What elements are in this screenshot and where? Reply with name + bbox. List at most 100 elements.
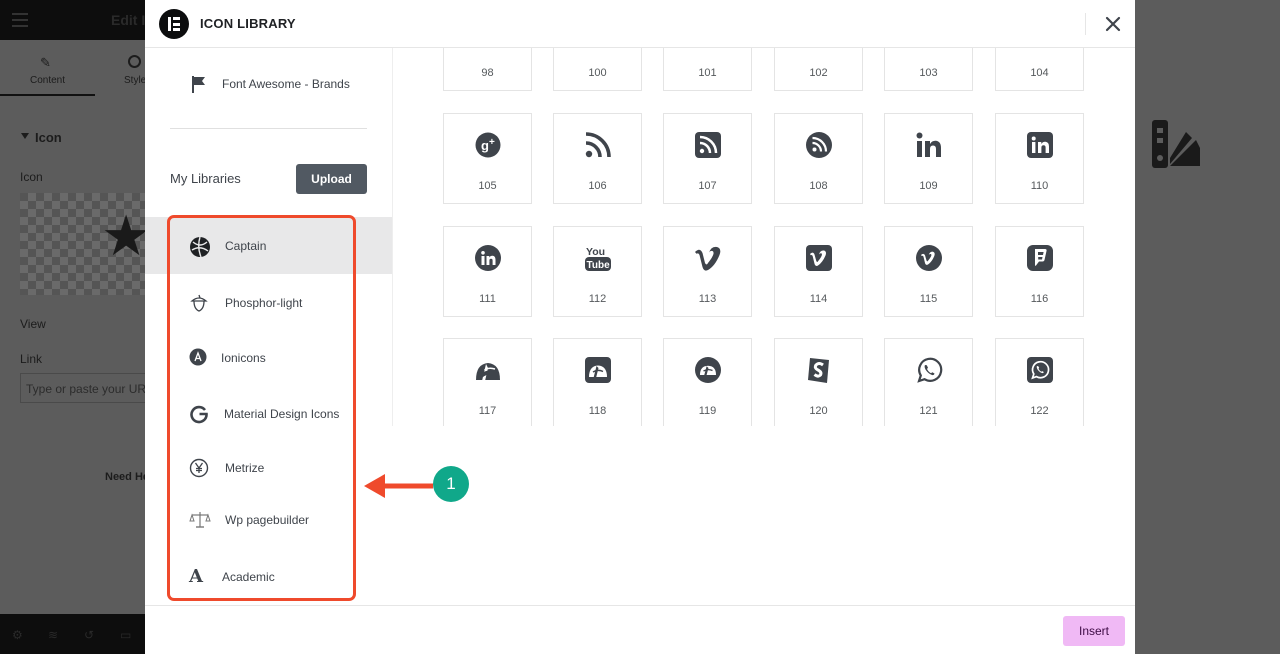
my-libraries-label: My Libraries	[170, 171, 241, 186]
history-icon[interactable]: ↺	[84, 628, 94, 642]
responsive-icon[interactable]: ▭	[120, 628, 131, 642]
swatches-icon	[1150, 118, 1202, 170]
icon-number: 98	[481, 67, 494, 79]
deviantart-icon	[475, 363, 500, 381]
icon-tile[interactable]: 120	[774, 338, 863, 426]
icon-tile[interactable]: g + 105	[443, 113, 532, 204]
icon-number: 117	[478, 405, 497, 417]
close-icon	[1105, 16, 1121, 32]
collapse-triangle-icon	[21, 133, 29, 139]
view-label: View	[20, 317, 46, 331]
icon-tile[interactable]: 108	[774, 113, 863, 204]
tab-style[interactable]: Style	[124, 75, 146, 86]
link-input[interactable]: Type or paste your UR	[20, 373, 147, 403]
icon-tile[interactable]: 110	[995, 113, 1084, 204]
icon-number: 116	[1030, 293, 1049, 305]
icon-number: 101	[698, 67, 717, 79]
icon-number: 118	[588, 405, 607, 417]
linkedin-icon	[916, 132, 941, 157]
editor-title: Edit I	[111, 12, 146, 28]
icon-number: 103	[919, 67, 938, 79]
rss-square-icon	[694, 132, 721, 158]
deviantart-circle-icon	[694, 357, 721, 383]
section-title: Icon	[35, 130, 62, 145]
icon-tile[interactable]: 107	[663, 113, 752, 204]
icon-tile[interactable]: You Tube 112	[553, 226, 642, 317]
icon-number: 120	[809, 405, 828, 417]
icon-number: 107	[698, 180, 717, 192]
close-button[interactable]	[1100, 11, 1126, 37]
arrow-left-icon	[364, 474, 433, 498]
icon-tile[interactable]: 117	[443, 338, 532, 426]
icon-tile[interactable]: 116	[995, 226, 1084, 317]
icon-number: 104	[1030, 67, 1049, 79]
svg-text:+: +	[489, 137, 495, 148]
svg-text:g: g	[481, 138, 489, 153]
flag-icon	[189, 74, 209, 94]
icon-tile[interactable]: 98	[443, 48, 532, 91]
icon-number: 102	[809, 67, 828, 79]
vimeo-square-icon	[805, 245, 832, 271]
linkedin-square-icon	[1026, 132, 1053, 158]
header-separator	[1085, 13, 1086, 35]
link-label: Link	[20, 352, 43, 366]
icon-tile[interactable]: 119	[663, 338, 752, 426]
elementor-logo-icon	[159, 9, 189, 39]
icon-tile[interactable]: 118	[553, 338, 642, 426]
vimeo-icon	[694, 246, 720, 271]
library-item-label: Font Awesome - Brands	[222, 77, 350, 91]
step-badge: 1	[433, 466, 469, 502]
icon-tile[interactable]: 111	[443, 226, 532, 317]
icon-number: 100	[588, 67, 607, 79]
icon-tile[interactable]: 101	[663, 48, 752, 91]
whatsapp-square-icon	[1026, 357, 1053, 383]
icon-number: 105	[478, 180, 497, 192]
icon-tile[interactable]: 121	[884, 338, 973, 426]
layers-icon[interactable]: ≋	[48, 628, 58, 642]
tab-content[interactable]: Content	[30, 75, 65, 86]
icon-tile[interactable]: 104	[995, 48, 1084, 91]
icon-tile[interactable]: 109	[884, 113, 973, 204]
icon-number: 114	[809, 293, 828, 305]
svg-text:Tube: Tube	[586, 260, 610, 271]
icon-tile[interactable]: 100	[553, 48, 642, 91]
settings-icon[interactable]: ⚙	[12, 628, 23, 642]
google-plus-icon: g +	[475, 132, 500, 158]
modal-footer	[145, 605, 1135, 654]
insert-button[interactable]: Insert	[1063, 616, 1125, 646]
editor-bottombar: ⚙ ≋ ↺ ▭	[0, 614, 145, 654]
library-item-font-awesome-brands[interactable]: Font Awesome - Brands	[145, 56, 392, 112]
sidebar-divider	[392, 48, 393, 426]
icon-number: 121	[919, 405, 938, 417]
icon-number: 111	[479, 293, 496, 305]
icon-tile[interactable]: 103	[884, 48, 973, 91]
hamburger-icon[interactable]	[12, 13, 28, 27]
stumbleupon-icon	[807, 358, 829, 383]
upload-button[interactable]: Upload	[296, 164, 367, 194]
whatsapp-icon	[916, 357, 942, 383]
rss-icon	[585, 132, 611, 158]
icon-tile[interactable]: 106	[553, 113, 642, 204]
icon-number: 108	[809, 180, 828, 192]
help-text[interactable]: Need He	[105, 471, 149, 483]
rss-circle-icon	[805, 132, 832, 158]
pencil-icon: ✎	[40, 55, 51, 70]
icon-tile[interactable]: 113	[663, 226, 752, 317]
icon-field-label: Icon	[20, 170, 43, 184]
icon-number: 110	[1030, 180, 1049, 192]
icon-number: 106	[588, 180, 607, 192]
sidebar-divider-line	[170, 128, 367, 129]
foursquare-icon	[1026, 245, 1053, 271]
icon-tile[interactable]: 114	[774, 226, 863, 317]
link-placeholder: Type or paste your UR	[26, 382, 147, 396]
icon-tile[interactable]: 122	[995, 338, 1084, 426]
icon-number: 119	[698, 405, 717, 417]
icon-number: 122	[1030, 405, 1049, 417]
modal-title: ICON LIBRARY	[200, 16, 296, 31]
editor-canvas	[1135, 0, 1280, 654]
svg-text:You: You	[586, 246, 605, 258]
icon-tile[interactable]: 115	[884, 226, 973, 317]
editor-panel: ✎ Content Style Icon Icon ★ View Link Ty…	[0, 40, 151, 614]
icon-number: 109	[919, 180, 938, 192]
icon-tile[interactable]: 102	[774, 48, 863, 91]
